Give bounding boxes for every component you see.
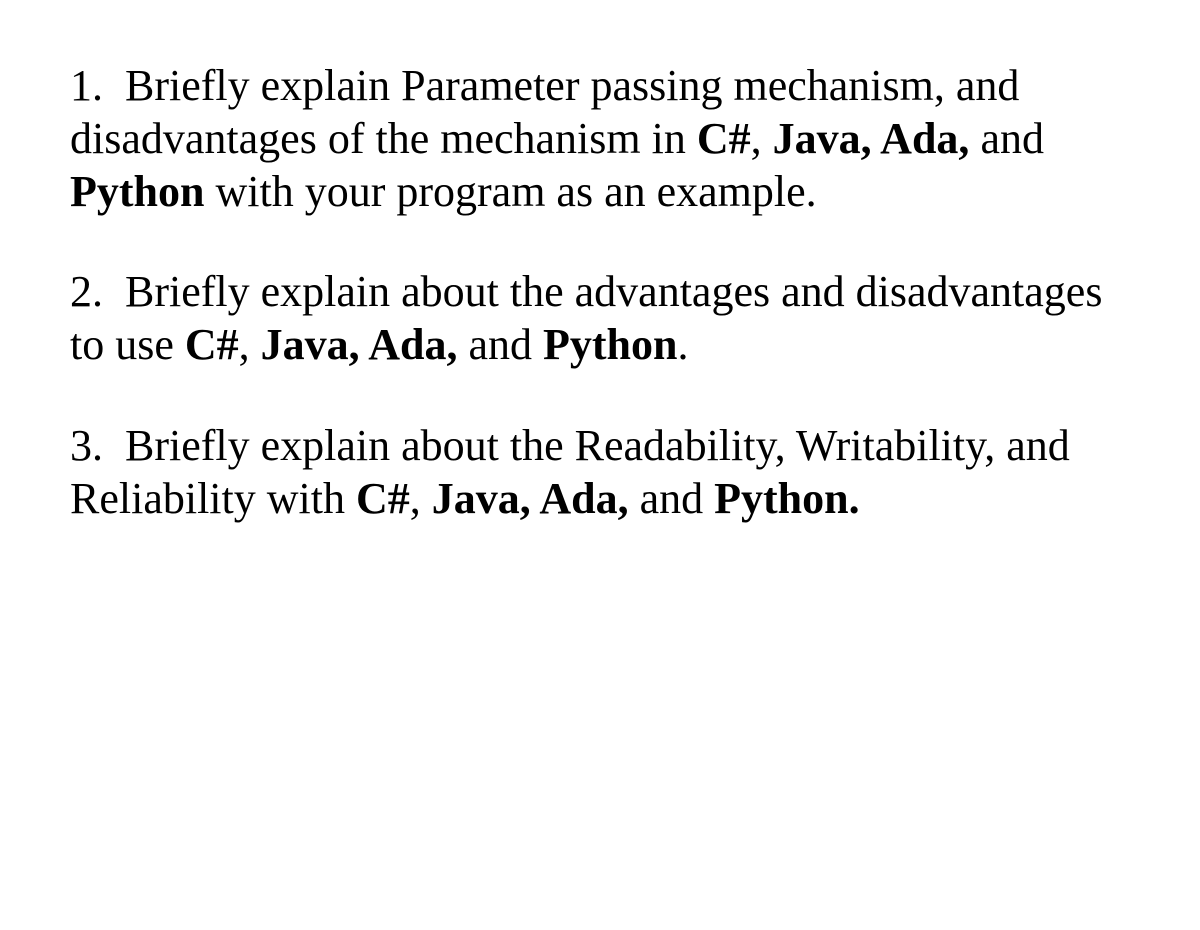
language-csharp: C# bbox=[356, 474, 410, 523]
text-separator: , bbox=[751, 114, 773, 163]
question-text-after: . bbox=[678, 320, 689, 369]
question-2: 2. Briefly explain about the advantages … bbox=[70, 266, 1130, 372]
question-3: 3. Briefly explain about the Readability… bbox=[70, 420, 1130, 526]
question-number: 1. bbox=[70, 61, 103, 110]
language-csharp: C# bbox=[185, 320, 239, 369]
text-separator: , bbox=[410, 474, 432, 523]
text-separator: , bbox=[239, 320, 261, 369]
language-python: Python. bbox=[714, 474, 859, 523]
language-csharp: C# bbox=[697, 114, 751, 163]
question-number: 2. bbox=[70, 267, 103, 316]
question-text-after: with your program as an example. bbox=[204, 167, 816, 216]
language-python: Python bbox=[70, 167, 204, 216]
question-1: 1. Briefly explain Parameter passing mec… bbox=[70, 60, 1130, 218]
language-java-ada: Java, Ada, bbox=[773, 114, 970, 163]
question-number: 3. bbox=[70, 421, 103, 470]
text-separator: and bbox=[629, 474, 715, 523]
language-java-ada: Java, Ada, bbox=[432, 474, 629, 523]
language-python: Python bbox=[543, 320, 677, 369]
language-java-ada: Java, Ada, bbox=[261, 320, 458, 369]
text-separator: and bbox=[969, 114, 1044, 163]
text-separator: and bbox=[458, 320, 544, 369]
